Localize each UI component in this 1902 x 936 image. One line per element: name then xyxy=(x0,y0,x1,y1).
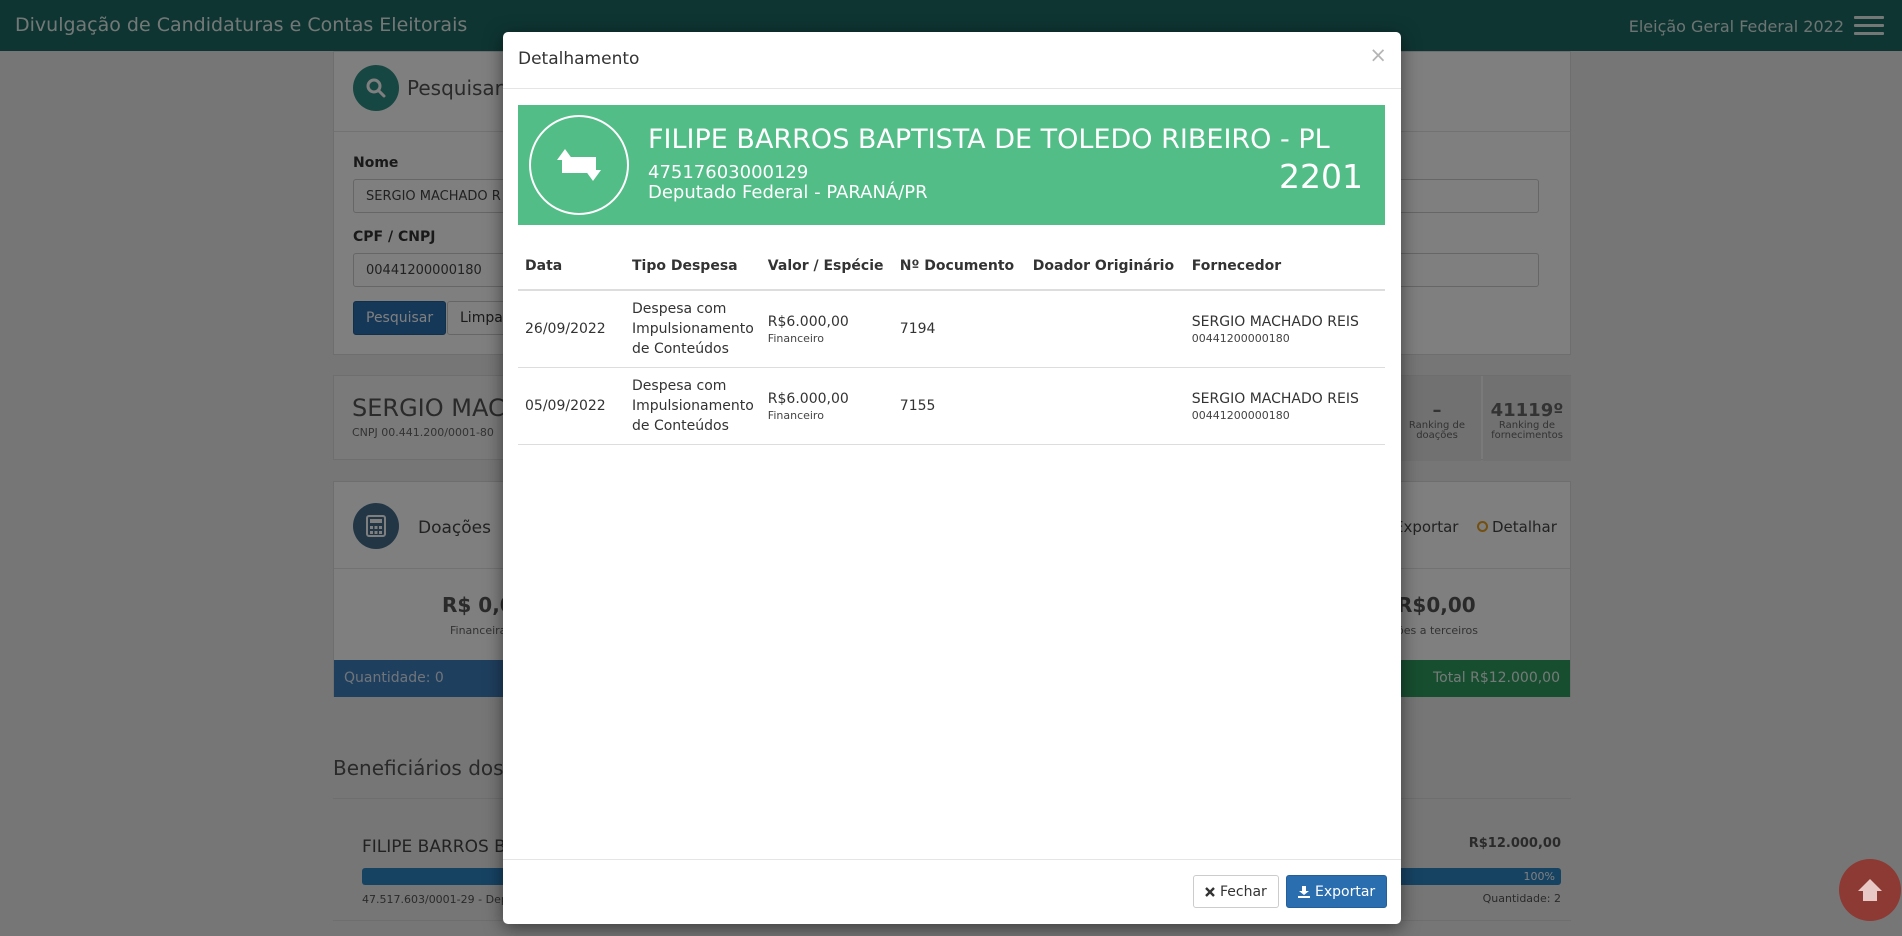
modal-title: Detalhamento xyxy=(518,49,640,69)
cell-type: Despesa com Impulsionamento de Conteúdos xyxy=(625,290,761,368)
column-header: Valor / Espécie xyxy=(760,250,893,291)
column-header: Fornecedor xyxy=(1184,250,1385,291)
table-row: 05/09/2022 Despesa com Impulsionamento d… xyxy=(518,367,1385,445)
banner-candidate-name: FILIPE BARROS BAPTISTA DE TOLEDO RIBEIRO… xyxy=(648,124,1330,155)
export-button[interactable]: Exportar xyxy=(1286,875,1388,908)
table-row: 26/09/2022 Despesa com Impulsionamento d… xyxy=(518,290,1385,368)
cell-donor xyxy=(1025,290,1185,368)
cell-donor xyxy=(1025,367,1185,445)
column-header: Data xyxy=(518,250,625,291)
banner-office: Deputado Federal - PARANÁ/PR xyxy=(648,182,928,203)
banner-cnpj: 47517603000129 xyxy=(648,162,809,183)
cell-date: 05/09/2022 xyxy=(518,367,625,445)
cell-supplier: SERGIO MACHADO REIS 00441200000180 xyxy=(1184,367,1385,445)
candidate-banner: FILIPE BARROS BAPTISTA DE TOLEDO RIBEIRO… xyxy=(518,105,1385,225)
table-header-row: Data Tipo Despesa Valor / Espécie Nº Doc… xyxy=(518,250,1385,291)
modal-header: Detalhamento × xyxy=(503,32,1401,89)
cell-value: R$6.000,00 Financeiro xyxy=(760,290,893,368)
detail-modal: Detalhamento × FILIPE BARROS BAPTISTA DE… xyxy=(503,32,1401,924)
exchange-icon xyxy=(529,115,629,215)
arrow-up-icon xyxy=(1858,879,1882,901)
download-icon xyxy=(1298,885,1310,898)
modal-footer: Fechar Exportar xyxy=(503,859,1401,924)
cell-value: R$6.000,00 Financeiro xyxy=(760,367,893,445)
scroll-top-button[interactable] xyxy=(1839,859,1901,921)
cell-supplier: SERGIO MACHADO REIS 00441200000180 xyxy=(1184,290,1385,368)
close-button[interactable]: Fechar xyxy=(1193,875,1279,908)
expenses-table: Data Tipo Despesa Valor / Espécie Nº Doc… xyxy=(518,250,1385,445)
column-header: Doador Originário xyxy=(1025,250,1185,291)
close-icon xyxy=(1205,886,1215,897)
cell-document: 7155 xyxy=(892,367,1026,445)
cell-date: 26/09/2022 xyxy=(518,290,625,368)
banner-number: 2201 xyxy=(1279,157,1363,196)
column-header: Tipo Despesa xyxy=(625,250,761,291)
cell-type: Despesa com Impulsionamento de Conteúdos xyxy=(625,367,761,445)
close-icon[interactable]: × xyxy=(1369,43,1387,67)
column-header: Nº Documento xyxy=(892,250,1026,291)
cell-document: 7194 xyxy=(892,290,1026,368)
